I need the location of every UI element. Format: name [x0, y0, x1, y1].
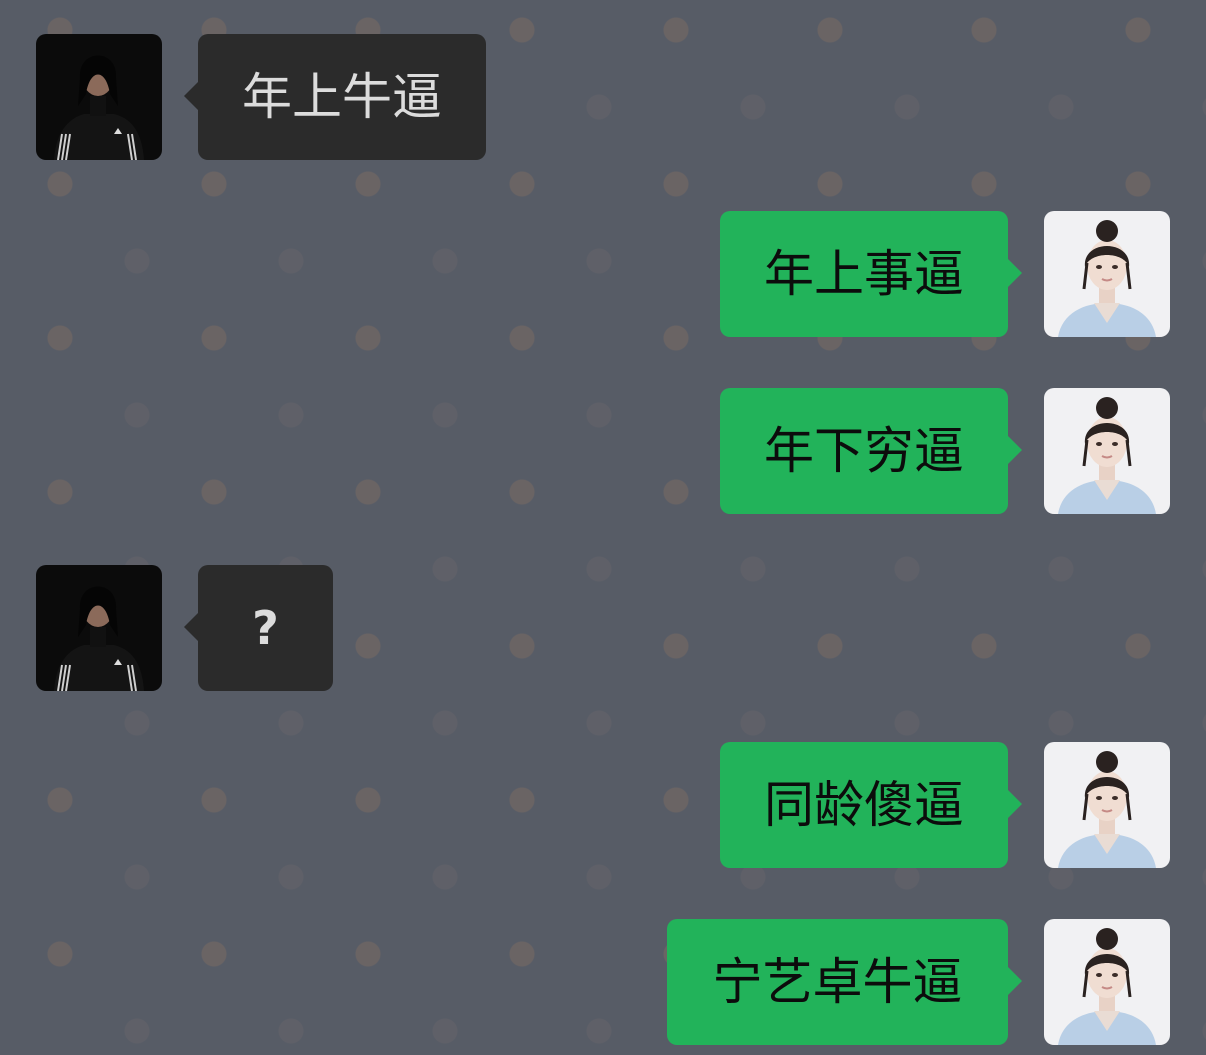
message-text: ? — [252, 601, 279, 655]
chat-thread: 年上牛逼 年上事逼 年下穷逼 ? 同龄傻逼 宁艺卓牛逼 — [0, 0, 1206, 1055]
message-bubble-outgoing[interactable]: 同龄傻逼 — [720, 742, 1022, 868]
message-bubble-outgoing[interactable]: 年上事逼 — [720, 211, 1022, 337]
message-text: 同龄傻逼 — [764, 776, 964, 834]
contact-avatar[interactable] — [36, 34, 162, 160]
message-bubble-outgoing[interactable]: 宁艺卓牛逼 — [667, 919, 1022, 1045]
message-text: 年上牛逼 — [242, 68, 442, 126]
message-bubble-incoming[interactable]: ? — [184, 565, 333, 691]
message-text: 宁艺卓牛逼 — [712, 953, 963, 1011]
message-text: 年上事逼 — [764, 245, 964, 303]
my-avatar[interactable] — [1044, 388, 1170, 514]
contact-avatar[interactable] — [36, 565, 162, 691]
my-avatar[interactable] — [1044, 742, 1170, 868]
message-bubble-outgoing[interactable]: 年下穷逼 — [720, 388, 1022, 514]
message-bubble-incoming[interactable]: 年上牛逼 — [184, 34, 486, 160]
message-text: 年下穷逼 — [764, 422, 964, 480]
my-avatar[interactable] — [1044, 211, 1170, 337]
my-avatar[interactable] — [1044, 919, 1170, 1045]
